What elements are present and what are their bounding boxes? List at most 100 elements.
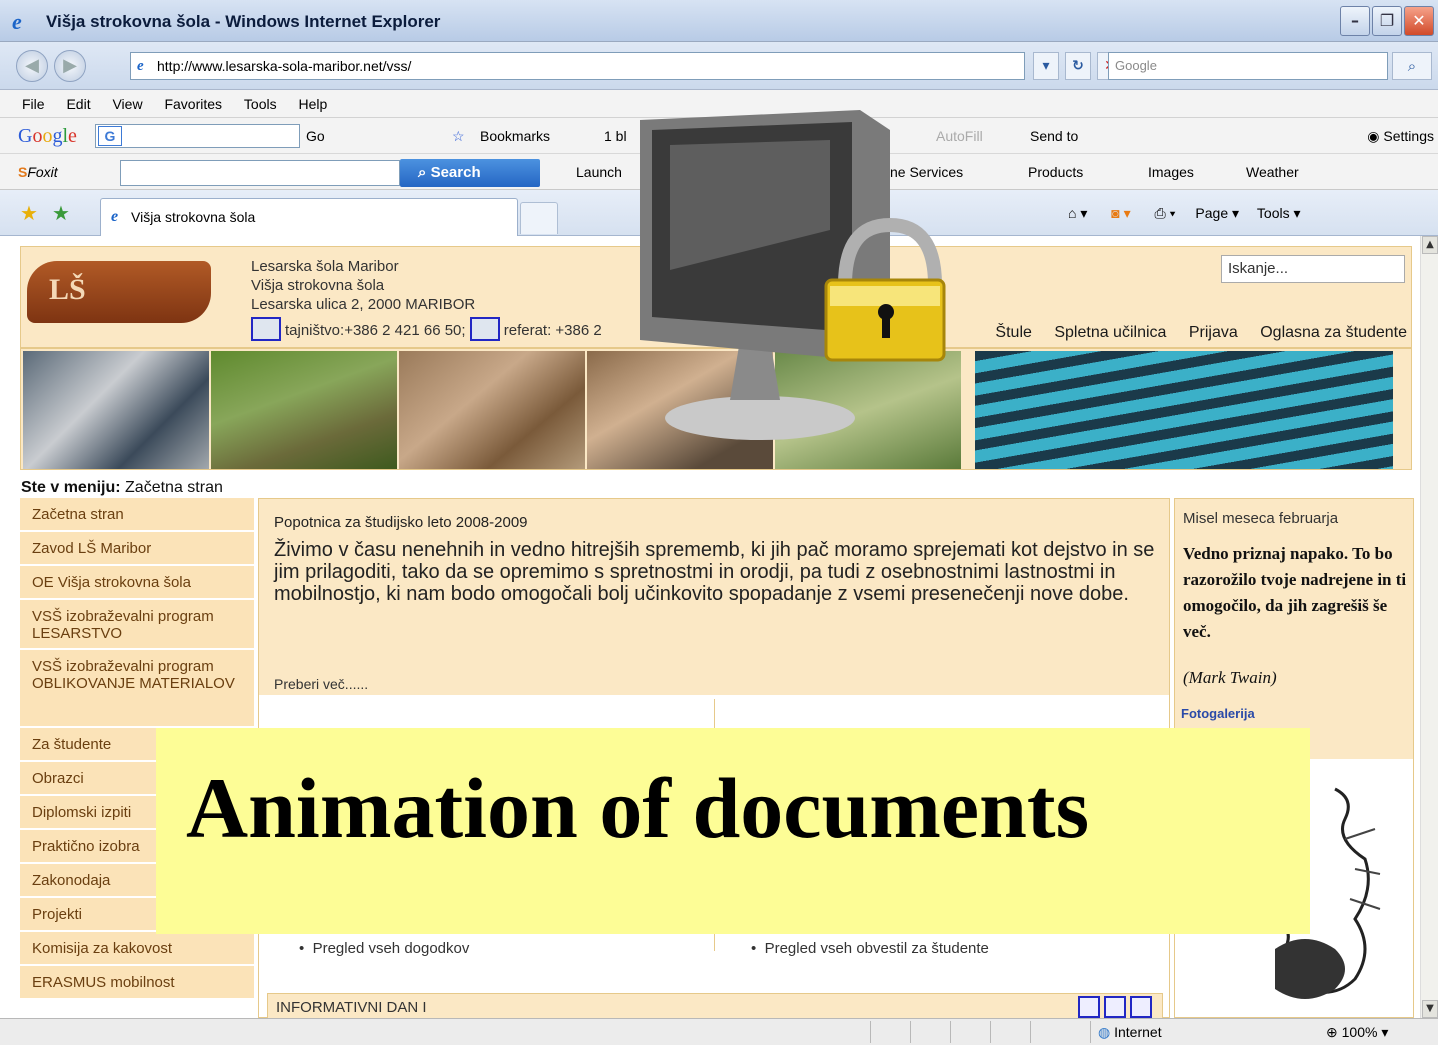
images-button[interactable]: Images	[1148, 154, 1194, 190]
globe-icon: ◍	[1098, 1024, 1115, 1040]
foxit-s-icon: S	[18, 164, 28, 180]
security-zone[interactable]: ◍ Internet	[1098, 1019, 1162, 1045]
link-prijava[interactable]: Prijava	[1189, 324, 1238, 341]
school-street: Lesarska ulica 2, 2000 MARIBOR	[251, 296, 476, 313]
breadcrumb: Ste v meniju: Začetna stran	[21, 478, 223, 498]
info-day-bar: INFORMATIVNI DAN I	[267, 993, 1163, 1018]
news-heading: Popotnica za študijsko leto 2008-2009	[274, 514, 528, 531]
caption-text: Animation of documents	[186, 760, 1090, 856]
search-input[interactable]: Google	[1108, 52, 1388, 80]
tab-ie-icon: e	[111, 208, 119, 225]
site-search-input[interactable]: Iskanje...	[1221, 255, 1405, 283]
star-icon: ☆	[452, 128, 465, 144]
zoom-level: 100%	[1341, 1024, 1378, 1040]
home-icon[interactable]: ⌂ ▾	[1068, 205, 1087, 221]
link-spletna-ucilnica[interactable]: Spletna učilnica	[1054, 324, 1166, 341]
page-chevron-icon: ▾	[1232, 205, 1240, 221]
address-dropdown-button[interactable]: ▾	[1033, 52, 1059, 80]
foxit-search-button[interactable]: ⌕ Search	[400, 159, 540, 187]
command-bar: ⌂ ▾ ◙ ▾ ⎙ ▾ Page ▾ Tools ▾	[1068, 190, 1301, 236]
tab-vss[interactable]: e Višja strokovna šola	[100, 198, 518, 236]
quote-panel: Misel meseca februarja Vedno priznaj nap…	[1175, 499, 1413, 759]
settings-button[interactable]: ◉ Settings	[1367, 118, 1434, 154]
mail-icon[interactable]	[469, 317, 500, 341]
info-day-title: INFORMATIVNI DAN I	[276, 999, 427, 1016]
sidebar-item-lesarstvo[interactable]: VSŠ izobraževalni program LESARSTVO	[20, 600, 254, 650]
list-item[interactable]: • Pregled vseh dogodkov	[299, 939, 469, 959]
sidebar-item-oe-vss[interactable]: OE Višja strokovna šola	[20, 566, 254, 600]
breadcrumb-value: Začetna stran	[125, 479, 223, 496]
foxit-logo: SFoxit	[18, 154, 58, 190]
launch-button[interactable]: Launch	[576, 154, 622, 190]
print-icon[interactable]: ⎙ ▾	[1155, 205, 1176, 221]
link-stule[interactable]: Štule	[995, 324, 1031, 341]
products-button[interactable]: Products	[1028, 154, 1083, 190]
send-to-button[interactable]: Send to	[1030, 118, 1078, 154]
email-icon[interactable]	[1130, 996, 1152, 1018]
status-divider	[990, 1021, 991, 1043]
maximize-button[interactable]: ❐	[1372, 6, 1402, 36]
read-more-link[interactable]: Preberi več......	[274, 675, 368, 693]
address-bar[interactable]: e http://www.lesarska-sola-maribor.net/v…	[130, 52, 1025, 80]
popup-blocker-button[interactable]: 1 bl	[604, 118, 627, 154]
google-g-icon: G	[98, 126, 122, 146]
magnifier-icon: ⌕	[418, 164, 431, 181]
list-item[interactable]: • Pregled vseh obvestil za študente	[751, 939, 989, 959]
title-bar: e Višja strokovna šola - Windows Interne…	[0, 0, 1438, 42]
sidebar-item-kakovost[interactable]: Komisija za kakovost	[20, 932, 254, 966]
refresh-icon[interactable]: ↻	[1065, 52, 1091, 80]
foxit-brand: Foxit	[27, 164, 58, 180]
contact-office: referat: +386 2	[503, 322, 602, 339]
sidebar-item-erasmus[interactable]: ERASMUS mobilnost	[20, 966, 254, 1000]
logo-text: LŠ	[49, 273, 86, 306]
vertical-scrollbar[interactable]: ▲ ▼	[1420, 236, 1438, 1018]
bookmarks-button[interactable]: Bookmarks	[480, 118, 550, 154]
scroll-up-icon[interactable]: ▲	[1422, 236, 1438, 254]
menu-tools[interactable]: Tools	[244, 96, 277, 112]
student-notices-link[interactable]: Pregled vseh obvestil za študente	[765, 940, 989, 957]
back-button[interactable]: ◀	[16, 50, 48, 82]
photo-auditorium	[975, 351, 1393, 469]
zoom-control[interactable]: ⊕ 100% ▾	[1326, 1019, 1388, 1045]
zoom-icon: ⊕	[1326, 1024, 1342, 1040]
sidebar-item-oblikovanje[interactable]: VSŠ izobraževalni program OBLIKOVANJE MA…	[20, 650, 254, 728]
events-link[interactable]: Pregled vseh dogodkov	[313, 940, 470, 957]
menu-help[interactable]: Help	[299, 96, 328, 112]
school-name: Lesarska šola Maribor	[251, 258, 399, 275]
feeds-icon[interactable]: ◙ ▾	[1111, 205, 1130, 221]
new-tab-button[interactable]	[520, 202, 558, 234]
page-icon: e	[137, 58, 144, 74]
favorites-star-icon[interactable]: ★	[20, 190, 38, 236]
mail-icon[interactable]	[251, 317, 281, 341]
weather-button[interactable]: Weather	[1246, 154, 1299, 190]
print-icon[interactable]	[1104, 996, 1126, 1018]
header-links: Štule Spletna učilnica Prijava Oglasna z…	[977, 323, 1407, 343]
minimize-button[interactable]: –	[1340, 6, 1370, 36]
school-logo[interactable]: LŠ	[27, 261, 211, 323]
foxit-search-input[interactable]	[120, 160, 400, 186]
tools-menu-button[interactable]: Tools	[1257, 205, 1290, 221]
sidebar-item-zacetna[interactable]: Začetna stran	[20, 498, 254, 532]
menu-favorites[interactable]: Favorites	[164, 96, 222, 112]
window-title: Višja strokovna šola - Windows Internet …	[46, 12, 441, 31]
scroll-down-icon[interactable]: ▼	[1422, 1000, 1438, 1018]
caption-banner: Animation of documents	[156, 728, 1310, 934]
menu-edit[interactable]: Edit	[66, 96, 90, 112]
forward-button[interactable]: ▶	[54, 50, 86, 82]
search-icon[interactable]: ⌕	[1392, 52, 1432, 80]
page-menu-button[interactable]: Page	[1195, 205, 1228, 221]
photo-gallery-link[interactable]: Fotogalerija	[1181, 705, 1255, 723]
menu-view[interactable]: View	[112, 96, 142, 112]
school-unit: Višja strokovna šola	[251, 277, 385, 294]
google-search-input[interactable]: G	[95, 124, 300, 148]
pdf-icon[interactable]	[1078, 996, 1100, 1018]
sidebar-item-zavod[interactable]: Zavod LŠ Maribor	[20, 532, 254, 566]
google-go-button[interactable]: Go	[306, 118, 325, 154]
close-button[interactable]: ✕	[1404, 6, 1434, 36]
link-oglasna[interactable]: Oglasna za študente	[1260, 324, 1407, 341]
status-divider	[1030, 1021, 1031, 1043]
add-favorite-icon[interactable]: ★	[52, 190, 70, 236]
status-divider	[870, 1021, 871, 1043]
photo-workshop	[399, 351, 585, 469]
menu-file[interactable]: File	[22, 96, 45, 112]
